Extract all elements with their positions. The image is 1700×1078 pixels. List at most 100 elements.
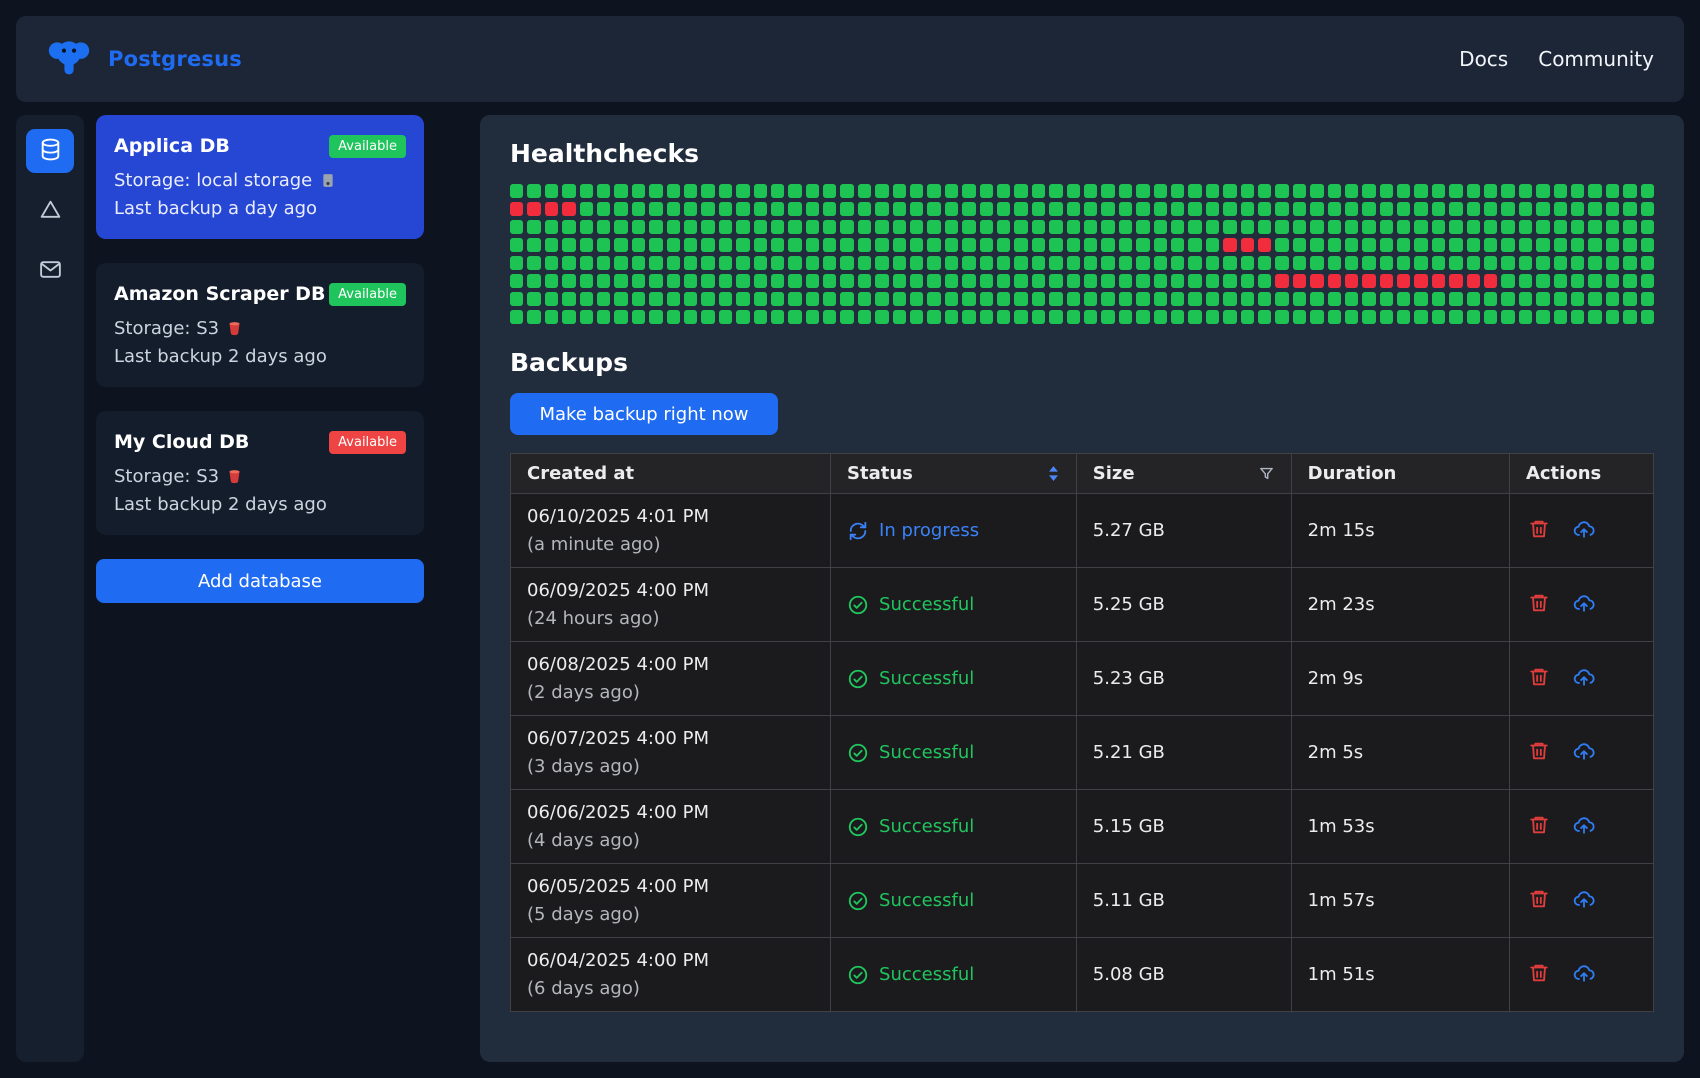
- healthcheck-cell-ok: [1484, 256, 1497, 270]
- healthcheck-cell-ok: [1101, 220, 1114, 234]
- delete-backup-button[interactable]: [1526, 664, 1552, 693]
- healthcheck-cell-ok: [1014, 310, 1027, 324]
- healthcheck-cell-ok: [1171, 238, 1184, 252]
- duration-cell: 1m 57s: [1291, 864, 1509, 938]
- healthcheck-cell-ok: [788, 292, 801, 306]
- sort-icon[interactable]: [1047, 465, 1060, 482]
- healthcheck-cell-ok: [1362, 184, 1375, 198]
- healthcheck-cell-ok: [840, 238, 853, 252]
- healthcheck-cell-ok: [667, 274, 680, 288]
- healthcheck-cell-ok: [1275, 256, 1288, 270]
- delete-backup-button[interactable]: [1526, 590, 1552, 619]
- healthcheck-cell-ok: [1588, 274, 1601, 288]
- actions-cell: [1509, 494, 1653, 568]
- healthcheck-cell-failed: [1328, 274, 1341, 288]
- delete-backup-button[interactable]: [1526, 516, 1552, 545]
- healthcheck-cell-ok: [701, 274, 714, 288]
- col-status[interactable]: Status: [831, 454, 1077, 494]
- col-size[interactable]: Size: [1076, 454, 1291, 494]
- healthcheck-cell-ok: [667, 220, 680, 234]
- download-backup-button[interactable]: [1570, 738, 1598, 767]
- healthcheck-cell-ok: [736, 220, 749, 234]
- healthcheck-cell-ok: [1501, 256, 1514, 270]
- download-backup-button[interactable]: [1570, 516, 1598, 545]
- healthcheck-cell-ok: [858, 202, 871, 216]
- healthcheck-cell-ok: [1519, 310, 1532, 324]
- delete-backup-button[interactable]: [1526, 812, 1552, 841]
- healthcheck-cell-ok: [510, 292, 523, 306]
- healthcheck-cell-ok: [1449, 238, 1462, 252]
- nav-docs[interactable]: Docs: [1459, 47, 1508, 71]
- check-circle-icon: [847, 816, 869, 838]
- healthcheck-cell-failed: [545, 202, 558, 216]
- healthcheck-cell-ok: [1014, 202, 1027, 216]
- healthcheck-cell-ok: [1275, 202, 1288, 216]
- healthcheck-cell-ok: [1345, 310, 1358, 324]
- healthcheck-cell-ok: [1641, 256, 1654, 270]
- sidebar-item-notifications[interactable]: [26, 249, 74, 293]
- db-card-my-cloud[interactable]: My Cloud DB Available Storage: S3 Last b…: [96, 411, 424, 535]
- backup-row: 06/05/2025 4:00 PM(5 days ago)Successful…: [511, 864, 1654, 938]
- healthcheck-cell-ok: [1067, 202, 1080, 216]
- healthcheck-cell-ok: [1606, 184, 1619, 198]
- col-duration: Duration: [1291, 454, 1509, 494]
- filter-icon[interactable]: [1258, 465, 1275, 482]
- db-card-amazon-scraper[interactable]: Amazon Scraper DB Available Storage: S3 …: [96, 263, 424, 387]
- healthcheck-cell-ok: [1414, 238, 1427, 252]
- healthcheck-cell-ok: [945, 238, 958, 252]
- healthcheck-cell-ok: [875, 220, 888, 234]
- delete-backup-button[interactable]: [1526, 960, 1552, 989]
- healthcheck-cell-ok: [1258, 184, 1271, 198]
- db-storage-line: Storage: S3: [114, 318, 406, 339]
- make-backup-button[interactable]: Make backup right now: [510, 393, 778, 435]
- s3-icon: [227, 320, 242, 337]
- delete-backup-button[interactable]: [1526, 886, 1552, 915]
- healthcheck-cell-ok: [875, 274, 888, 288]
- healthcheck-cell-ok: [1380, 238, 1393, 252]
- healthcheck-cell-ok: [1188, 256, 1201, 270]
- healthcheck-cell-ok: [545, 310, 558, 324]
- sidebar-item-storage[interactable]: [26, 189, 74, 233]
- healthcheck-cell-ok: [527, 292, 540, 306]
- healthcheck-cell-ok: [580, 220, 593, 234]
- status-label: Successful: [879, 964, 974, 985]
- healthcheck-cell-ok: [597, 202, 610, 216]
- healthcheck-cell-ok: [840, 184, 853, 198]
- healthcheck-cell-ok: [1258, 292, 1271, 306]
- download-backup-button[interactable]: [1570, 664, 1598, 693]
- healthcheck-cell-ok: [1380, 310, 1393, 324]
- healthcheck-cell-ok: [649, 220, 662, 234]
- healthcheck-cell-ok: [1014, 184, 1027, 198]
- delete-backup-button[interactable]: [1526, 738, 1552, 767]
- healthcheck-cell-ok: [788, 238, 801, 252]
- healthcheck-cell-ok: [614, 184, 627, 198]
- healthcheck-cell-ok: [1032, 274, 1045, 288]
- healthcheck-cell-ok: [545, 256, 558, 270]
- db-card-applica[interactable]: Applica DB Available Storage: local stor…: [96, 115, 424, 239]
- size-cell: 5.21 GB: [1076, 716, 1291, 790]
- download-backup-button[interactable]: [1570, 812, 1598, 841]
- download-backup-button[interactable]: [1570, 590, 1598, 619]
- healthcheck-cell-ok: [1119, 274, 1132, 288]
- backup-row: 06/07/2025 4:00 PM(3 days ago)Successful…: [511, 716, 1654, 790]
- healthcheck-cell-ok: [562, 292, 575, 306]
- healthcheck-cell-ok: [1014, 238, 1027, 252]
- healthcheck-cell-ok: [1449, 220, 1462, 234]
- healthcheck-cell-ok: [1171, 274, 1184, 288]
- col-label: Created at: [527, 463, 634, 484]
- healthcheck-cell-ok: [1067, 238, 1080, 252]
- healthcheck-cell-ok: [510, 184, 523, 198]
- healthcheck-cell-ok: [1032, 256, 1045, 270]
- download-backup-button[interactable]: [1570, 960, 1598, 989]
- healthcheck-cell-ok: [1362, 220, 1375, 234]
- nav-community[interactable]: Community: [1538, 47, 1654, 71]
- size-cell: 5.25 GB: [1076, 568, 1291, 642]
- add-database-button[interactable]: Add database: [96, 559, 424, 603]
- sidebar-item-databases[interactable]: [26, 129, 74, 173]
- healthcheck-cell-ok: [1136, 220, 1149, 234]
- download-backup-button[interactable]: [1570, 886, 1598, 915]
- healthcheck-cell-ok: [840, 256, 853, 270]
- healthcheck-cell-ok: [545, 184, 558, 198]
- healthcheck-cell-ok: [945, 256, 958, 270]
- cloud-upload-icon: [1572, 888, 1596, 913]
